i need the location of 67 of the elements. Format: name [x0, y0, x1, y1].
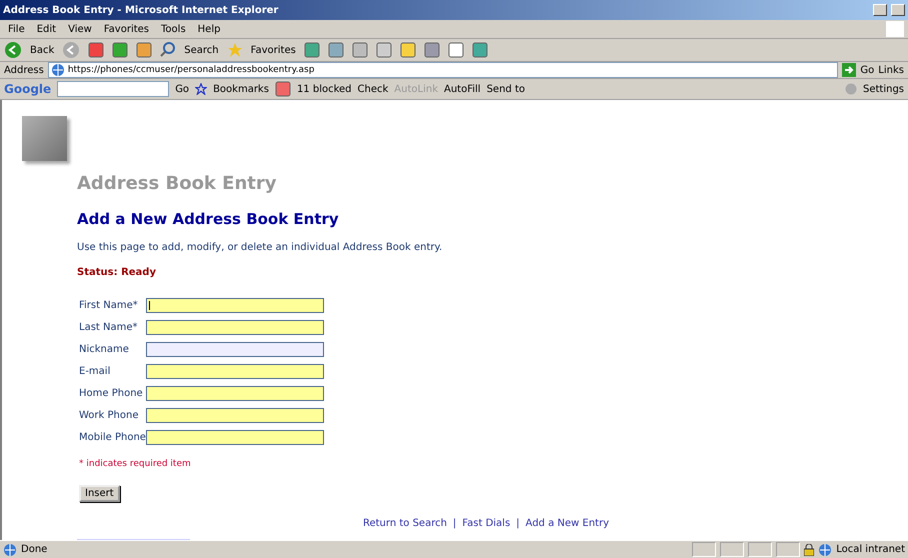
back-button[interactable]: Back	[30, 44, 54, 56]
menu-item[interactable]: Tools	[161, 24, 186, 34]
link-separator: |	[516, 518, 520, 529]
autofill-button[interactable]: AutoFill	[444, 84, 481, 94]
status-pane	[748, 542, 772, 557]
page-icon	[3, 542, 17, 556]
nav-link[interactable]: Return to Search	[362, 518, 447, 529]
input-field[interactable]	[146, 298, 324, 313]
bookmarks-menu[interactable]: Bookmarks	[213, 84, 269, 94]
go-button[interactable]: Go	[860, 64, 874, 76]
star-icon	[195, 83, 208, 95]
phone-photo-placeholder	[22, 116, 67, 161]
security-zone: Local intranet	[836, 544, 905, 555]
status-pane	[776, 542, 800, 557]
google-search-field[interactable]	[57, 81, 170, 97]
lock-icon	[804, 544, 814, 556]
window-title: Address Book Entry - Microsoft Internet Explorer	[3, 4, 280, 16]
field-label: E-mail	[79, 366, 112, 377]
field-label: Home Phone	[79, 388, 144, 399]
nav-link[interactable]: Add a New Entry	[526, 518, 609, 529]
check-button[interactable]: Check	[358, 84, 388, 94]
input-field[interactable]	[146, 430, 324, 445]
input-field[interactable]	[146, 342, 324, 357]
send-to-button[interactable]: Send to	[486, 84, 525, 94]
back-icon[interactable]	[4, 41, 22, 59]
links-button[interactable]: Links	[878, 64, 904, 76]
field-label: Nickname	[79, 344, 130, 355]
menu-item[interactable]: Favorites	[104, 24, 150, 34]
go-button[interactable]: Go	[175, 84, 190, 94]
input-field[interactable]	[146, 320, 324, 335]
forward-icon[interactable]	[62, 41, 80, 59]
required-note: * indicates required item	[78, 459, 192, 469]
field-label: Mobile Phone	[79, 432, 146, 443]
address-label: Address	[4, 64, 44, 76]
google-logo: Google	[4, 82, 52, 96]
form-heading: Add a New Address Book Entry	[77, 210, 340, 228]
minimize-button[interactable]	[873, 4, 887, 16]
network-icon	[818, 542, 832, 556]
favorites-button[interactable]: Favorites	[250, 44, 296, 56]
menu-item[interactable]: Help	[198, 24, 220, 34]
settings-button[interactable]: Settings	[862, 84, 904, 94]
input-field[interactable]	[146, 408, 324, 423]
page-description: Use this page to add, modify, or delete an individual Address Book entry.	[77, 242, 444, 253]
menu-item[interactable]: File	[8, 24, 25, 34]
blocked-count[interactable]: 11 blocked	[296, 84, 352, 94]
search-icon	[160, 42, 176, 58]
search-button[interactable]: Search	[184, 44, 219, 56]
restore-button[interactable]	[891, 4, 905, 16]
page-icon	[50, 63, 65, 77]
status-pane	[720, 542, 744, 557]
status-text: Status: Ready	[77, 267, 157, 278]
field-label: Last Name*	[79, 322, 139, 333]
link-separator: |	[452, 518, 456, 529]
address-field[interactable]: https://phones/ccmuser/personaladdressbookentry.asp	[48, 62, 838, 78]
nav-link[interactable]: Fast Dials	[462, 518, 510, 529]
go-icon	[842, 63, 856, 77]
page-heading: Address Book Entry	[77, 173, 278, 194]
menu-item[interactable]: Edit	[36, 24, 56, 34]
field-label: Work Phone	[79, 410, 140, 421]
status-pane	[692, 542, 716, 557]
insert-button[interactable]: Insert	[79, 485, 120, 502]
input-field[interactable]	[146, 364, 324, 379]
star-icon	[226, 42, 243, 58]
menu-item[interactable]: View	[68, 24, 92, 34]
field-label: First Name*	[79, 300, 139, 311]
input-field[interactable]	[146, 386, 324, 401]
status-text: Done	[21, 544, 48, 555]
